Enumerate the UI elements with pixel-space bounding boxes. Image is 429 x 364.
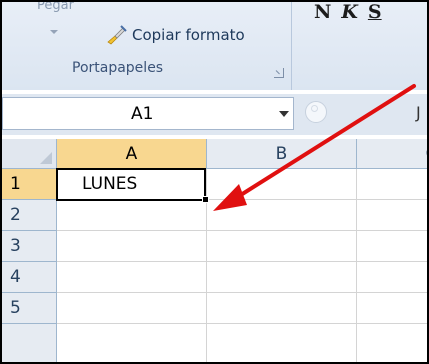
cell-c6[interactable] <box>357 324 427 362</box>
select-all-icon <box>40 152 52 164</box>
cell-a4[interactable] <box>57 262 207 293</box>
cell-c1[interactable] <box>357 169 427 200</box>
cell-c3[interactable] <box>357 231 427 262</box>
cell-b3[interactable] <box>207 231 357 262</box>
underline-button[interactable]: S <box>368 2 382 22</box>
clipboard-group-label: Portapapeles <box>72 60 164 76</box>
row-header-2[interactable]: 2 <box>2 200 57 231</box>
cell-a3[interactable] <box>57 231 207 262</box>
cell-b2[interactable] <box>207 200 357 231</box>
formula-partial-label: J <box>416 103 421 122</box>
copy-format-label: Copiar formato <box>132 26 245 44</box>
row-header-6[interactable] <box>2 324 57 362</box>
paste-button-label[interactable]: Pegar <box>37 2 74 13</box>
paste-dropdown-icon[interactable] <box>50 30 58 34</box>
column-header-b[interactable]: B <box>207 139 357 169</box>
cell-c5[interactable] <box>357 293 427 324</box>
row-header-5[interactable]: 5 <box>2 293 57 324</box>
ribbon: Pegar Copiar formato Portapapeles N K S <box>2 2 427 90</box>
paintbrush-icon <box>107 25 127 45</box>
row-header-1[interactable]: 1 <box>2 169 57 200</box>
font-style-buttons: N K S <box>314 2 382 22</box>
cell-b1[interactable] <box>207 169 357 200</box>
cell-a1[interactable]: LUNES <box>57 169 207 200</box>
column-header-c[interactable]: C <box>357 139 427 169</box>
excel-window-frame: Pegar Copiar formato Portapapeles N K S … <box>0 0 429 364</box>
row-header-4[interactable]: 4 <box>2 262 57 293</box>
cell-b5[interactable] <box>207 293 357 324</box>
worksheet-grid: A B C 1 2 3 4 5 LUNES <box>2 139 427 362</box>
row-header-3[interactable]: 3 <box>2 231 57 262</box>
bold-button[interactable]: N <box>314 2 331 22</box>
clipboard-group: Pegar Copiar formato Portapapeles <box>2 2 292 90</box>
cell-a5[interactable] <box>57 293 207 324</box>
column-header-a[interactable]: A <box>57 139 207 169</box>
fill-handle[interactable] <box>202 196 209 203</box>
cell-c4[interactable] <box>357 262 427 293</box>
chevron-down-icon[interactable] <box>279 111 289 117</box>
dialog-launcher-icon[interactable] <box>274 68 284 78</box>
cell-b6[interactable] <box>207 324 357 362</box>
copy-format-button[interactable]: Copiar formato <box>104 24 247 46</box>
function-circle-icon[interactable] <box>305 101 327 123</box>
name-box-value: A1 <box>131 104 154 124</box>
cell-a1-value: LUNES <box>82 174 138 194</box>
italic-button[interactable]: K <box>341 2 358 22</box>
formula-bar: A1 J <box>2 94 427 135</box>
select-all-corner[interactable] <box>2 139 57 169</box>
cell-a6[interactable] <box>57 324 207 362</box>
name-box[interactable]: A1 <box>2 97 294 130</box>
cell-a2[interactable] <box>57 200 207 231</box>
cell-c2[interactable] <box>357 200 427 231</box>
cell-b4[interactable] <box>207 262 357 293</box>
